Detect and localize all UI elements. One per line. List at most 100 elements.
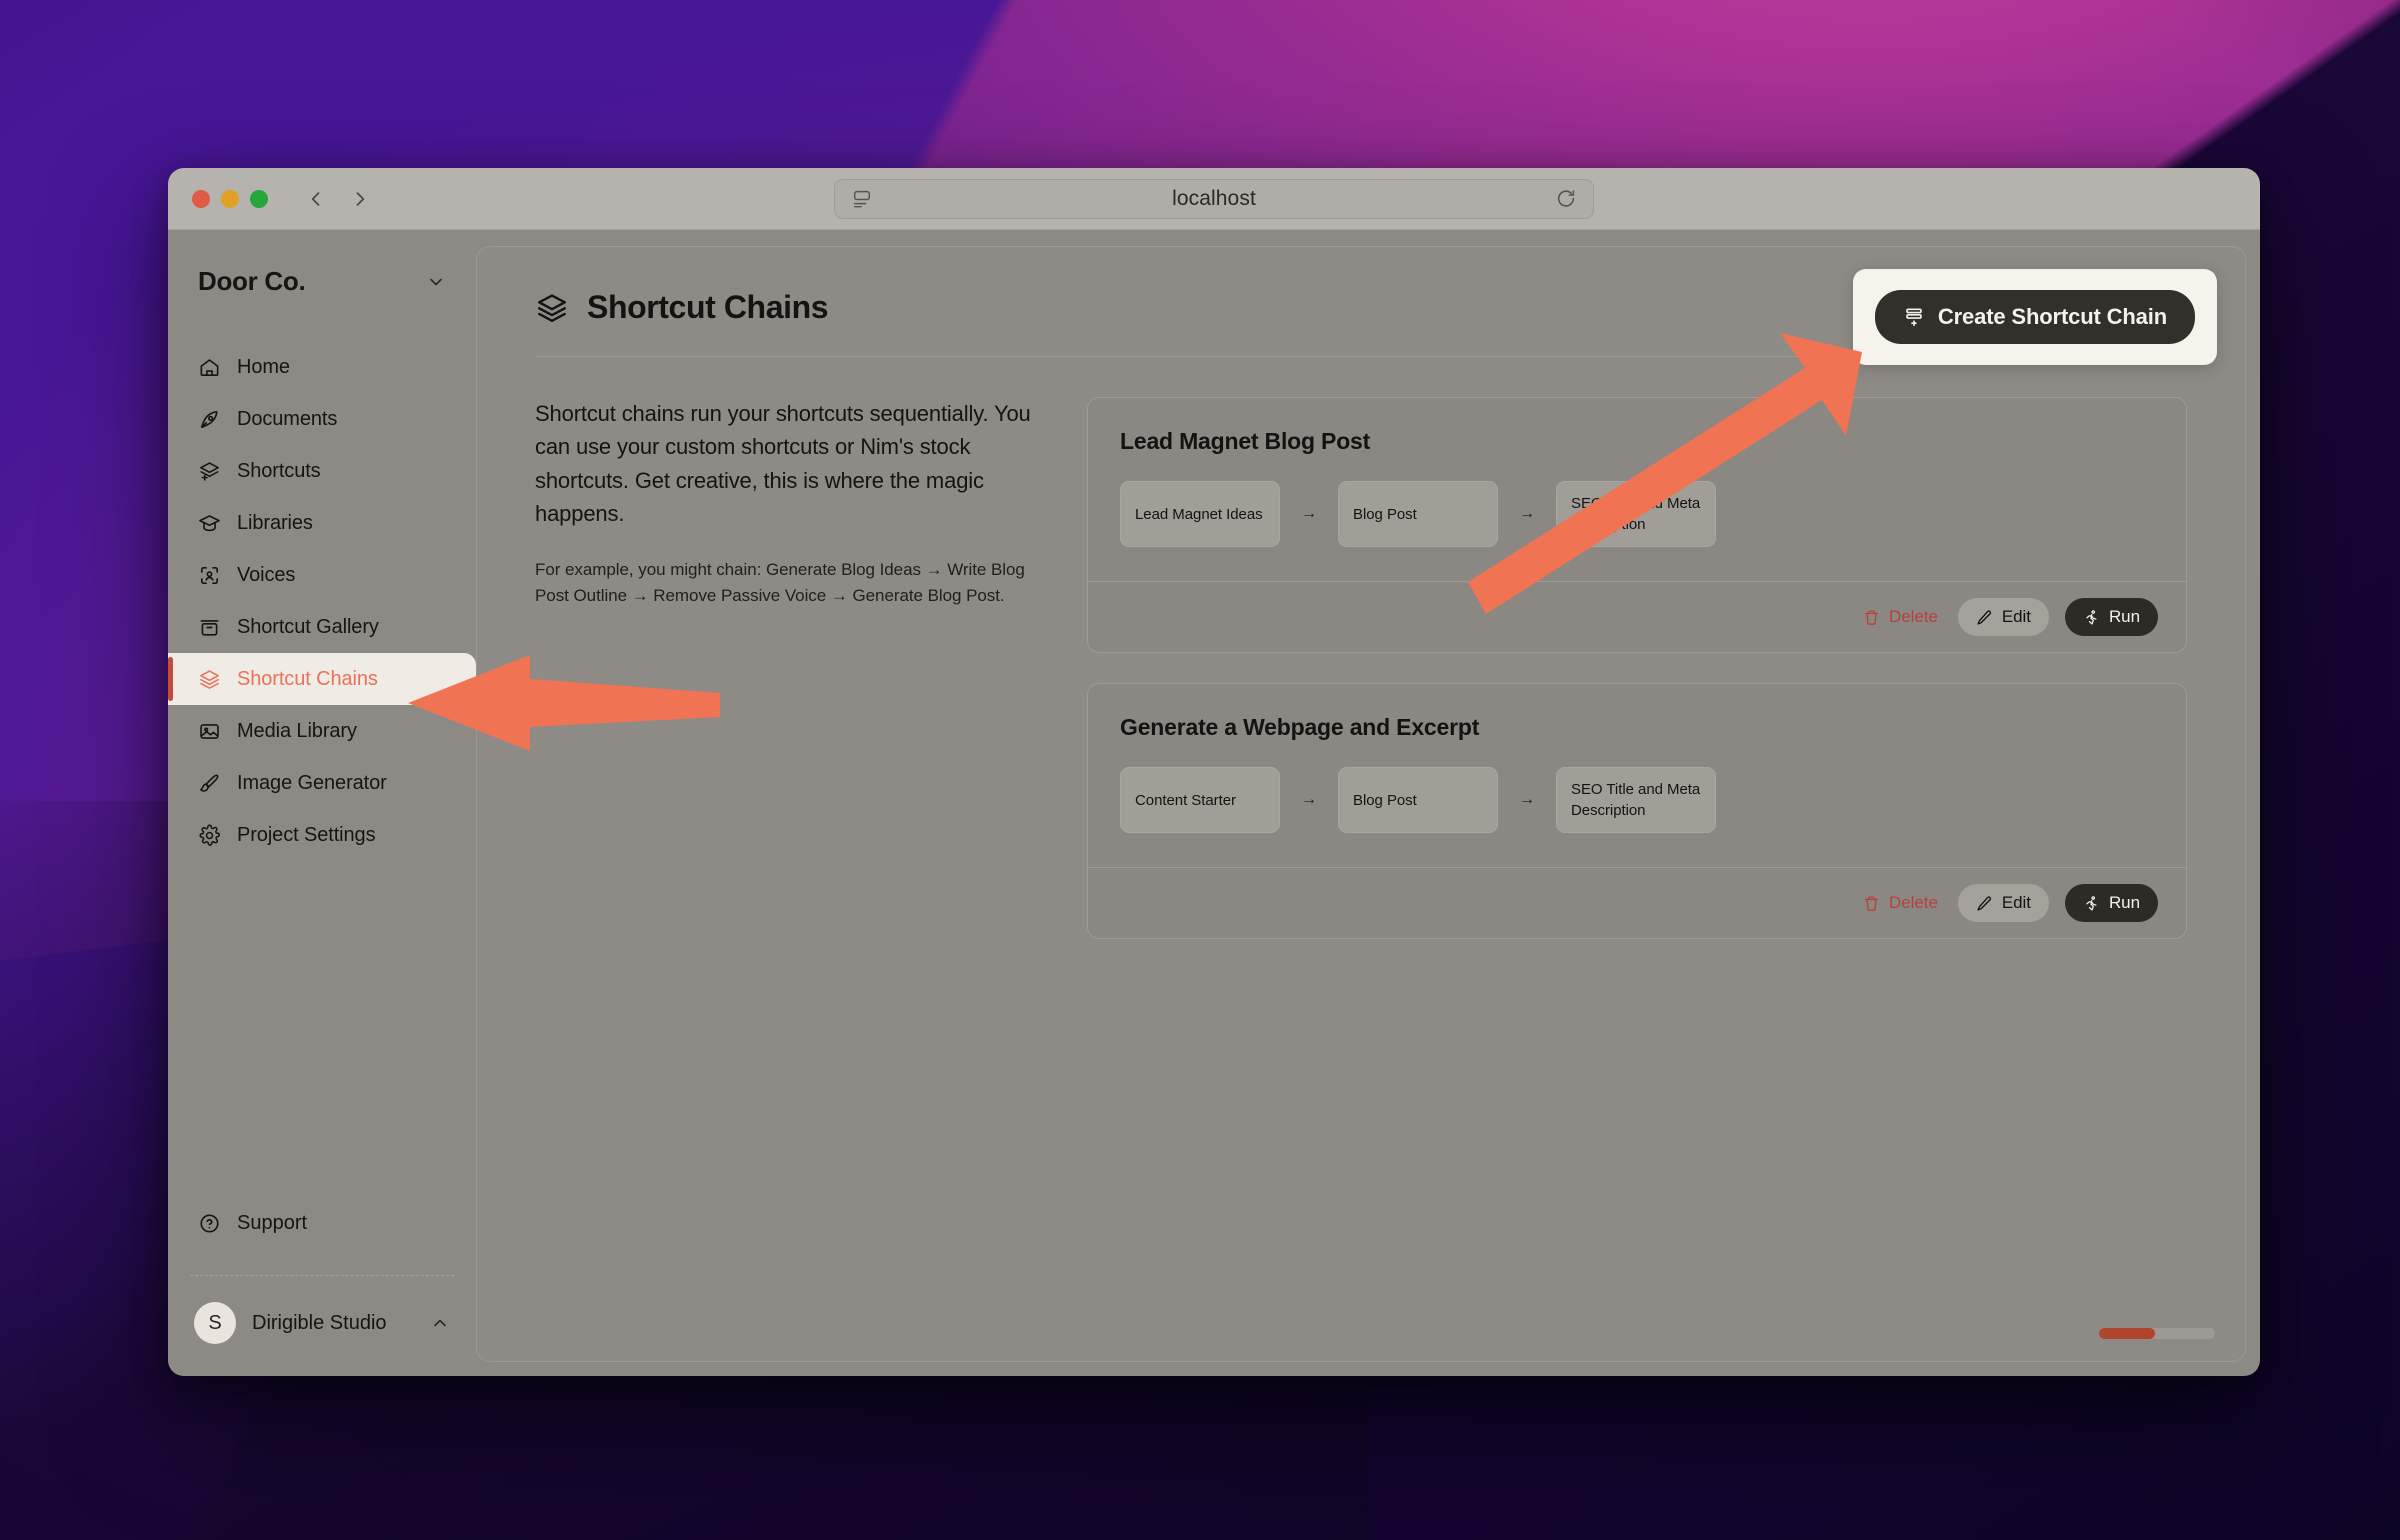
workspace-switcher[interactable]: Door Co. bbox=[168, 230, 476, 297]
chain-step[interactable]: SEO Title and Meta Description bbox=[1556, 481, 1716, 547]
sidebar-item-label: Documents bbox=[237, 407, 338, 430]
delete-button[interactable]: Delete bbox=[1859, 598, 1942, 636]
sidebar-nav: Home Documents Shortcuts Libraries Voice… bbox=[168, 341, 476, 861]
main-scroll-area: Shortcut Chains Shortcut chains run your… bbox=[477, 247, 2245, 1361]
pencil-icon bbox=[1976, 895, 1993, 912]
chain-step[interactable]: Blog Post bbox=[1338, 767, 1498, 833]
intro-paragraph: Shortcut chains run your shortcuts seque… bbox=[535, 401, 1031, 527]
chain-name: Generate a Webpage and Excerpt bbox=[1120, 714, 1480, 740]
user-frame-icon bbox=[198, 564, 221, 587]
step-arrow-icon: → bbox=[1519, 791, 1535, 808]
sidebar-item-voices[interactable]: Voices bbox=[168, 549, 476, 601]
close-window-button[interactable] bbox=[192, 189, 210, 208]
sidebar-item-documents[interactable]: Documents bbox=[168, 393, 476, 445]
traffic-lights bbox=[192, 189, 268, 208]
chain-card-actions: Delete Edit Run bbox=[1088, 581, 2186, 652]
intro-example-text: For example, you might chain: Generate B… bbox=[535, 559, 1025, 605]
step-arrow-icon: → bbox=[1519, 505, 1535, 522]
sidebar-item-label: Voices bbox=[237, 563, 296, 586]
url-bar[interactable]: localhost bbox=[834, 178, 1594, 219]
sidebar-item-label: Libraries bbox=[237, 511, 313, 534]
layers-icon bbox=[198, 668, 221, 691]
sidebar-item-media-library[interactable]: Media Library bbox=[168, 705, 476, 757]
chain-list: Lead Magnet Blog Post Lead Magnet Ideas … bbox=[1087, 397, 2187, 939]
sidebar-item-shortcuts[interactable]: Shortcuts bbox=[168, 445, 476, 497]
delete-button-label: Delete bbox=[1889, 607, 1938, 626]
sidebar-item-shortcut-chains[interactable]: Shortcut Chains bbox=[168, 653, 476, 705]
sidebar-item-label: Project Settings bbox=[237, 823, 376, 846]
create-chain-icon bbox=[1903, 306, 1925, 328]
delete-button-label: Delete bbox=[1889, 893, 1938, 912]
sidebar-item-label: Image Generator bbox=[237, 771, 387, 794]
sidebar: Door Co. Home Documents Shortcuts Librar… bbox=[168, 230, 476, 1376]
chain-step[interactable]: Lead Magnet Ideas bbox=[1120, 481, 1280, 547]
create-shortcut-chain-button[interactable]: Create Shortcut Chain bbox=[1874, 290, 2195, 344]
content-columns: Shortcut chains run your shortcuts seque… bbox=[535, 357, 2187, 939]
layers-icon bbox=[535, 291, 569, 325]
sidebar-item-label: Shortcut Chains bbox=[237, 667, 378, 690]
step-arrow-icon: → bbox=[1301, 791, 1317, 808]
runner-icon bbox=[2083, 609, 2100, 626]
back-button[interactable] bbox=[306, 189, 326, 209]
chain-name: Lead Magnet Blog Post bbox=[1120, 428, 1371, 454]
archive-box-icon bbox=[198, 616, 221, 639]
app-body: Door Co. Home Documents Shortcuts Librar… bbox=[168, 230, 2260, 1376]
pen-nib-icon bbox=[198, 408, 221, 431]
sidebar-item-support[interactable]: Support bbox=[168, 1197, 476, 1249]
pencil-icon bbox=[1976, 609, 1993, 626]
sidebar-item-libraries[interactable]: Libraries bbox=[168, 497, 476, 549]
reload-icon[interactable] bbox=[1555, 188, 1577, 210]
create-chain-spotlight: Create Shortcut Chain bbox=[1852, 269, 2217, 365]
reader-view-icon[interactable] bbox=[851, 188, 873, 210]
edit-button-label: Edit bbox=[2001, 893, 2031, 912]
intro-column: Shortcut chains run your shortcuts seque… bbox=[535, 397, 1031, 939]
home-icon bbox=[198, 356, 221, 379]
delete-button[interactable]: Delete bbox=[1859, 884, 1942, 922]
chain-steps: Lead Magnet Ideas → Blog Post → SEO Titl… bbox=[1120, 481, 2154, 547]
chain-card: Lead Magnet Blog Post Lead Magnet Ideas … bbox=[1087, 397, 2187, 653]
sidebar-item-project-settings[interactable]: Project Settings bbox=[168, 809, 476, 861]
sidebar-item-label: Shortcuts bbox=[237, 459, 321, 482]
sidebar-item-image-generator[interactable]: Image Generator bbox=[168, 757, 476, 809]
run-button[interactable]: Run bbox=[2064, 884, 2158, 922]
trash-icon bbox=[1863, 609, 1880, 626]
sidebar-item-label: Media Library bbox=[237, 719, 357, 742]
chain-card-actions: Delete Edit Run bbox=[1088, 867, 2186, 938]
workspace-name: Door Co. bbox=[198, 266, 306, 296]
chain-step[interactable]: Blog Post bbox=[1338, 481, 1498, 547]
account-name: Dirigible Studio bbox=[252, 1311, 387, 1334]
desktop-background: localhost Door Co. Home Documents Shortc… bbox=[0, 0, 2400, 1540]
sidebar-item-label: Home bbox=[237, 355, 290, 378]
browser-window: localhost Door Co. Home Documents Shortc… bbox=[168, 168, 2260, 1376]
sidebar-item-home[interactable]: Home bbox=[168, 341, 476, 393]
sidebar-item-label: Shortcut Gallery bbox=[237, 615, 379, 638]
chain-step[interactable]: Content Starter bbox=[1120, 767, 1280, 833]
gear-icon bbox=[198, 824, 221, 847]
browser-toolbar: localhost bbox=[168, 168, 2260, 230]
scroll-progress-bar[interactable] bbox=[2099, 1328, 2215, 1339]
step-arrow-icon: → bbox=[1301, 505, 1317, 522]
edit-button-label: Edit bbox=[2001, 607, 2031, 626]
forward-button[interactable] bbox=[350, 189, 370, 209]
chain-step[interactable]: SEO Title and Meta Description bbox=[1556, 767, 1716, 833]
create-shortcut-chain-label: Create Shortcut Chain bbox=[1937, 304, 2167, 329]
image-icon bbox=[198, 720, 221, 743]
question-circle-icon bbox=[198, 1212, 221, 1235]
sidebar-item-shortcut-gallery[interactable]: Shortcut Gallery bbox=[168, 601, 476, 653]
url-text: localhost bbox=[1172, 186, 1256, 210]
chain-steps: Content Starter → Blog Post → SEO Title … bbox=[1120, 767, 2154, 833]
scroll-progress-fill bbox=[2099, 1328, 2155, 1339]
minimize-window-button[interactable] bbox=[221, 189, 239, 208]
edit-button[interactable]: Edit bbox=[1957, 598, 2049, 636]
page-title: Shortcut Chains bbox=[587, 289, 829, 325]
zoom-window-button[interactable] bbox=[250, 189, 268, 208]
paintbrush-icon bbox=[198, 772, 221, 795]
run-button-label: Run bbox=[2108, 607, 2140, 626]
edit-button[interactable]: Edit bbox=[1957, 884, 2049, 922]
sidebar-item-label: Support bbox=[237, 1211, 308, 1234]
chevron-down-icon bbox=[426, 272, 446, 292]
run-button[interactable]: Run bbox=[2064, 598, 2158, 636]
trash-icon bbox=[1863, 895, 1880, 912]
account-switcher[interactable]: S Dirigible Studio bbox=[168, 1276, 476, 1376]
